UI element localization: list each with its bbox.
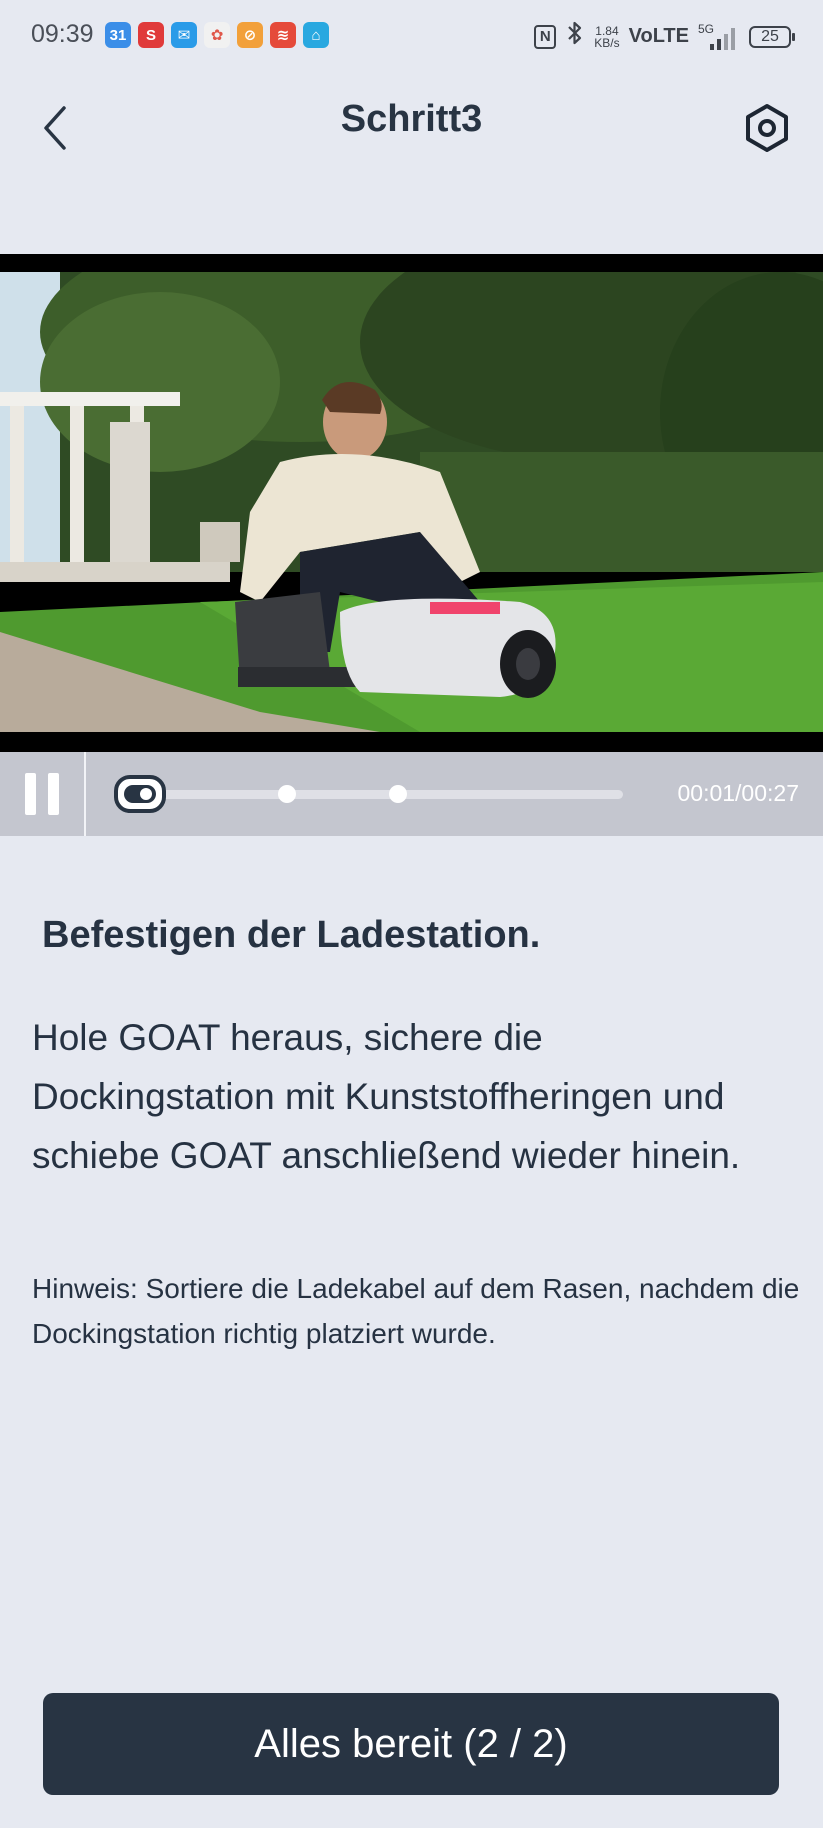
page-title: Schritt3 bbox=[340, 98, 483, 140]
controls-divider bbox=[84, 752, 86, 836]
tool-app-icon: ⊘ bbox=[237, 22, 263, 48]
video-frame[interactable] bbox=[0, 272, 823, 732]
mower-icon bbox=[114, 775, 166, 813]
all-ready-button[interactable]: Alles bereit (2 / 2) bbox=[43, 1693, 779, 1795]
system-indicators: N 1.84 KB/s VoLTE 5G 25 bbox=[534, 20, 795, 53]
seek-bar[interactable] bbox=[118, 785, 623, 803]
s-app-icon: S bbox=[138, 22, 164, 48]
video-controls: 00:01/00:27 bbox=[0, 752, 823, 836]
network-speed-value: 1.84 bbox=[595, 23, 619, 38]
chapter-marker[interactable] bbox=[389, 785, 408, 803]
chapter-marker[interactable] bbox=[278, 785, 297, 803]
app-header: Schritt3 bbox=[0, 72, 823, 182]
volte-indicator: VoLTE bbox=[628, 25, 689, 47]
status-time: 09:39 bbox=[31, 20, 94, 48]
signal-icon: 5G bbox=[698, 21, 740, 50]
network-type: 5G bbox=[698, 21, 715, 36]
mail-icon: ✉ bbox=[171, 22, 197, 48]
video-still-image bbox=[0, 272, 823, 732]
settings-button[interactable] bbox=[739, 100, 795, 156]
home-app-icon: ⌂ bbox=[303, 22, 329, 48]
pause-button[interactable] bbox=[0, 752, 84, 836]
step-description: Hole GOAT heraus, sichere die Dockingsta… bbox=[32, 1017, 741, 1176]
network-speed-unit: KB/s bbox=[594, 35, 620, 50]
network-speed: 1.84 KB/s bbox=[594, 25, 619, 49]
gear-icon bbox=[746, 104, 788, 152]
video-time: 00:01/00:27 bbox=[677, 780, 799, 806]
battery-icon: 25 bbox=[749, 25, 795, 48]
step-heading: Befestigen der Ladestation. bbox=[42, 914, 541, 956]
photos-icon: ✿ bbox=[204, 22, 230, 48]
seek-thumb-mower-icon[interactable] bbox=[113, 773, 167, 815]
calendar-icon: 31 bbox=[105, 22, 131, 48]
notification-icons: 31 S ✉ ✿ ⊘ ≋ ⌂ bbox=[105, 22, 329, 48]
video-player[interactable] bbox=[0, 254, 823, 752]
status-bar: 09:39 31 S ✉ ✿ ⊘ ≋ ⌂ N 1.84 KB/s VoLTE 5… bbox=[0, 0, 823, 72]
bluetooth-icon bbox=[565, 20, 585, 53]
nfc-icon: N bbox=[534, 24, 557, 49]
pause-icon bbox=[25, 773, 36, 815]
step-note: Hinweis: Sortiere die Ladekabel auf dem … bbox=[32, 1273, 800, 1349]
red-app-icon: ≋ bbox=[270, 22, 296, 48]
